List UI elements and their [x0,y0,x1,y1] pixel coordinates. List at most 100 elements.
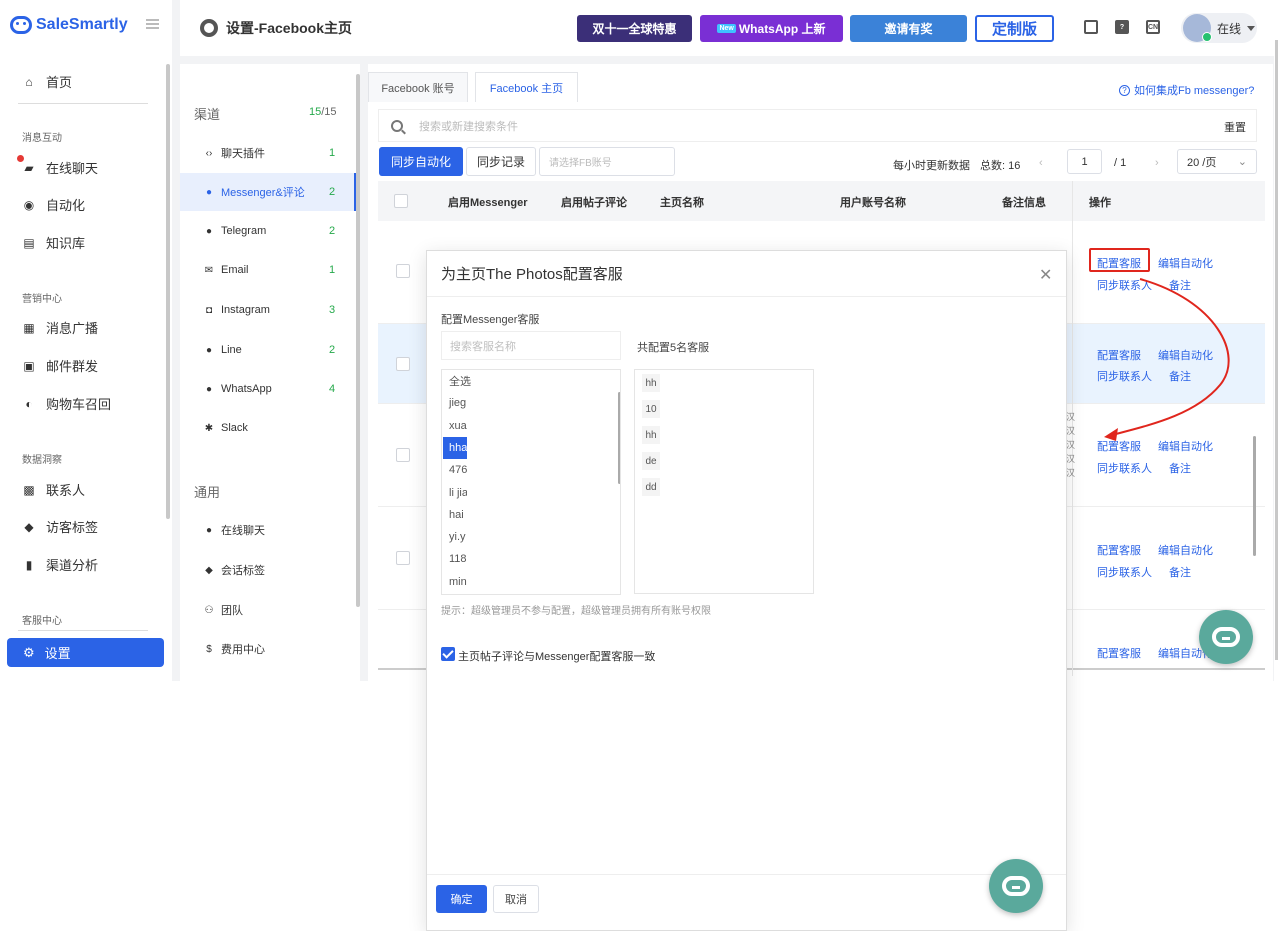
row-checkbox[interactable] [396,551,410,565]
note-link[interactable]: 备注 [1169,564,1191,580]
config-agent-link[interactable]: 配置客服 [1097,645,1141,661]
edit-automation-link[interactable]: 编辑自动化 [1158,542,1213,558]
promo-whatsapp[interactable]: New WhatsApp 上新 [700,15,843,42]
sync-log-button[interactable]: 同步记录 [466,147,536,176]
page-size-select[interactable]: 20 /页 ⌄ [1177,149,1257,174]
channel-item[interactable]: ✱ Slack [180,409,356,447]
layout-icon[interactable] [1084,20,1098,34]
config-agent-link[interactable]: 配置客服 [1097,542,1141,558]
page-input[interactable]: 1 [1067,149,1102,174]
promo-double-eleven[interactable]: 双十一全球特惠 [577,15,692,42]
user-status-dropdown[interactable]: 在线 [1181,13,1257,43]
sync-contacts-link[interactable]: 同步联系人 [1097,460,1152,476]
messenger-icon: ● [205,186,213,198]
nav-email-bulk[interactable]: ▣ 邮件群发 [22,356,98,375]
nav-section-messages: 消息互动 [22,133,62,144]
agent-option[interactable]: 476 [443,459,467,481]
top-bar: 设置-Facebook主页 双十一全球特惠 New WhatsApp 上新 邀请有… [180,0,1274,56]
help-icon[interactable]: ? [1115,20,1129,34]
nav-contacts[interactable]: ▩ 联系人 [22,480,85,499]
selected-agent-tag[interactable]: de [642,452,660,470]
channel-count-total: /15 [321,106,337,118]
note-link[interactable]: 备注 [1169,277,1191,293]
agent-option[interactable]: jieg [443,392,467,414]
edit-automation-link[interactable]: 编辑自动化 [1158,347,1213,363]
row-checkbox[interactable] [396,264,410,278]
close-icon[interactable]: ✕ [1039,265,1052,285]
nav-channel-analysis[interactable]: ▮ 渠道分析 [22,555,98,574]
agent-option[interactable]: li jia [443,482,467,504]
general-item[interactable]: ◆ 会话标签 [180,551,356,589]
nav-broadcast[interactable]: ▦ 消息广播 [22,318,98,337]
nav-knowledge[interactable]: ▤ 知识库 [22,233,85,252]
promo-invite[interactable]: 邀请有奖 [850,15,967,42]
general-item[interactable]: ● 在线聊天 [180,511,356,549]
search-bar[interactable]: 搜索或新建搜索条件 重置 [378,109,1257,142]
sync-automation-button[interactable]: 同步自动化 [379,147,463,176]
nav-cart-recall[interactable]: ◐ 购物车召回 [22,394,111,413]
edit-automation-link[interactable]: 编辑自动化 [1158,255,1213,271]
agent-option[interactable]: xua [443,415,467,437]
channel-item-label: Telegram [221,225,267,237]
selected-agent-list[interactable]: hh 10 hh de dd [634,369,814,594]
agent-option[interactable]: hai [443,504,467,526]
agent-option[interactable]: yi.y [443,526,467,548]
row-checkbox[interactable] [396,448,410,462]
channel-item[interactable]: ● Telegram 2 [180,212,356,250]
nav-visitor-tags[interactable]: ◆ 访客标签 [22,517,98,536]
language-icon[interactable]: CN [1146,20,1160,34]
help-link[interactable]: ? 如何集成Fb messenger? [1119,82,1254,98]
page-scrollbar[interactable] [1274,0,1280,681]
brand-logo[interactable]: SaleSmartly [10,16,128,34]
agent-list[interactable]: 全选 jieg xua hha 476 li jia hai yi.y 118 min [441,369,621,595]
channel-item[interactable]: ◘ Instagram 3 [180,291,356,329]
selected-agent-tag[interactable]: hh [642,374,660,392]
chat-widget-button[interactable] [1199,610,1253,664]
nav-settings[interactable]: ⚙ 设置 [7,638,164,667]
prev-page-icon[interactable]: ‹ [1039,157,1043,169]
sync-contacts-link[interactable]: 同步联系人 [1097,277,1152,293]
general-item[interactable]: ⚇ 团队 [180,591,356,629]
chat-widget-button[interactable] [989,859,1043,913]
channel-scrollbar[interactable] [356,74,360,607]
sync-contacts-link[interactable]: 同步联系人 [1097,368,1152,384]
agent-option[interactable]: 全选 [443,370,613,392]
nav-automation[interactable]: ◉ 自动化 [22,195,85,214]
fb-account-select[interactable]: 请选择FB账号 [539,147,675,176]
sync-config-checkbox[interactable] [441,647,455,661]
select-all-checkbox[interactable] [394,194,408,208]
next-page-icon[interactable]: › [1155,157,1159,169]
nav-scrollbar[interactable] [166,64,170,519]
channel-item[interactable]: ‹› 聊天插件 1 [180,134,356,172]
note-link[interactable]: 备注 [1169,368,1191,384]
selected-agent-tag[interactable]: 10 [642,400,660,418]
agent-option[interactable]: min [443,571,467,593]
channel-item[interactable]: ● Line 2 [180,331,356,369]
agent-option[interactable]: 118 [443,548,467,570]
custom-edition-button[interactable]: 定制版 [975,15,1054,42]
selected-agent-tag[interactable]: hh [642,426,660,444]
nav-home[interactable]: ⌂ 首页 [22,72,72,91]
edit-automation-link[interactable]: 编辑自动化 [1158,438,1213,454]
agent-option[interactable]: hha [443,436,467,459]
config-agent-link[interactable]: 配置客服 [1097,347,1141,363]
menu-collapse-icon[interactable] [146,19,159,29]
selected-agent-tag[interactable]: dd [642,478,660,496]
note-link[interactable]: 备注 [1169,460,1191,476]
channel-item[interactable]: ● Messenger&评论 2 [180,173,356,211]
general-item[interactable]: $ 费用中心 [180,630,356,668]
channel-item[interactable]: ● WhatsApp 4 [180,370,356,408]
confirm-button[interactable]: 确定 [436,885,487,913]
sync-contacts-link[interactable]: 同步联系人 [1097,564,1152,580]
row-checkbox[interactable] [396,357,410,371]
reset-button[interactable]: 重置 [1224,119,1246,135]
channel-item[interactable]: ✉ Email 1 [180,251,356,289]
agent-list-scrollbar[interactable] [618,392,620,484]
nav-live-chat[interactable]: ▰ 在线聊天 [22,158,98,177]
table-scrollbar[interactable] [1253,436,1256,556]
tab-facebook-page[interactable]: Facebook 主页 [475,72,578,102]
cancel-button[interactable]: 取消 [493,885,539,913]
tab-facebook-account[interactable]: Facebook 账号 [368,72,468,102]
config-agent-link[interactable]: 配置客服 [1097,438,1141,454]
agent-search-input[interactable]: 搜索客服名称 [441,331,621,360]
